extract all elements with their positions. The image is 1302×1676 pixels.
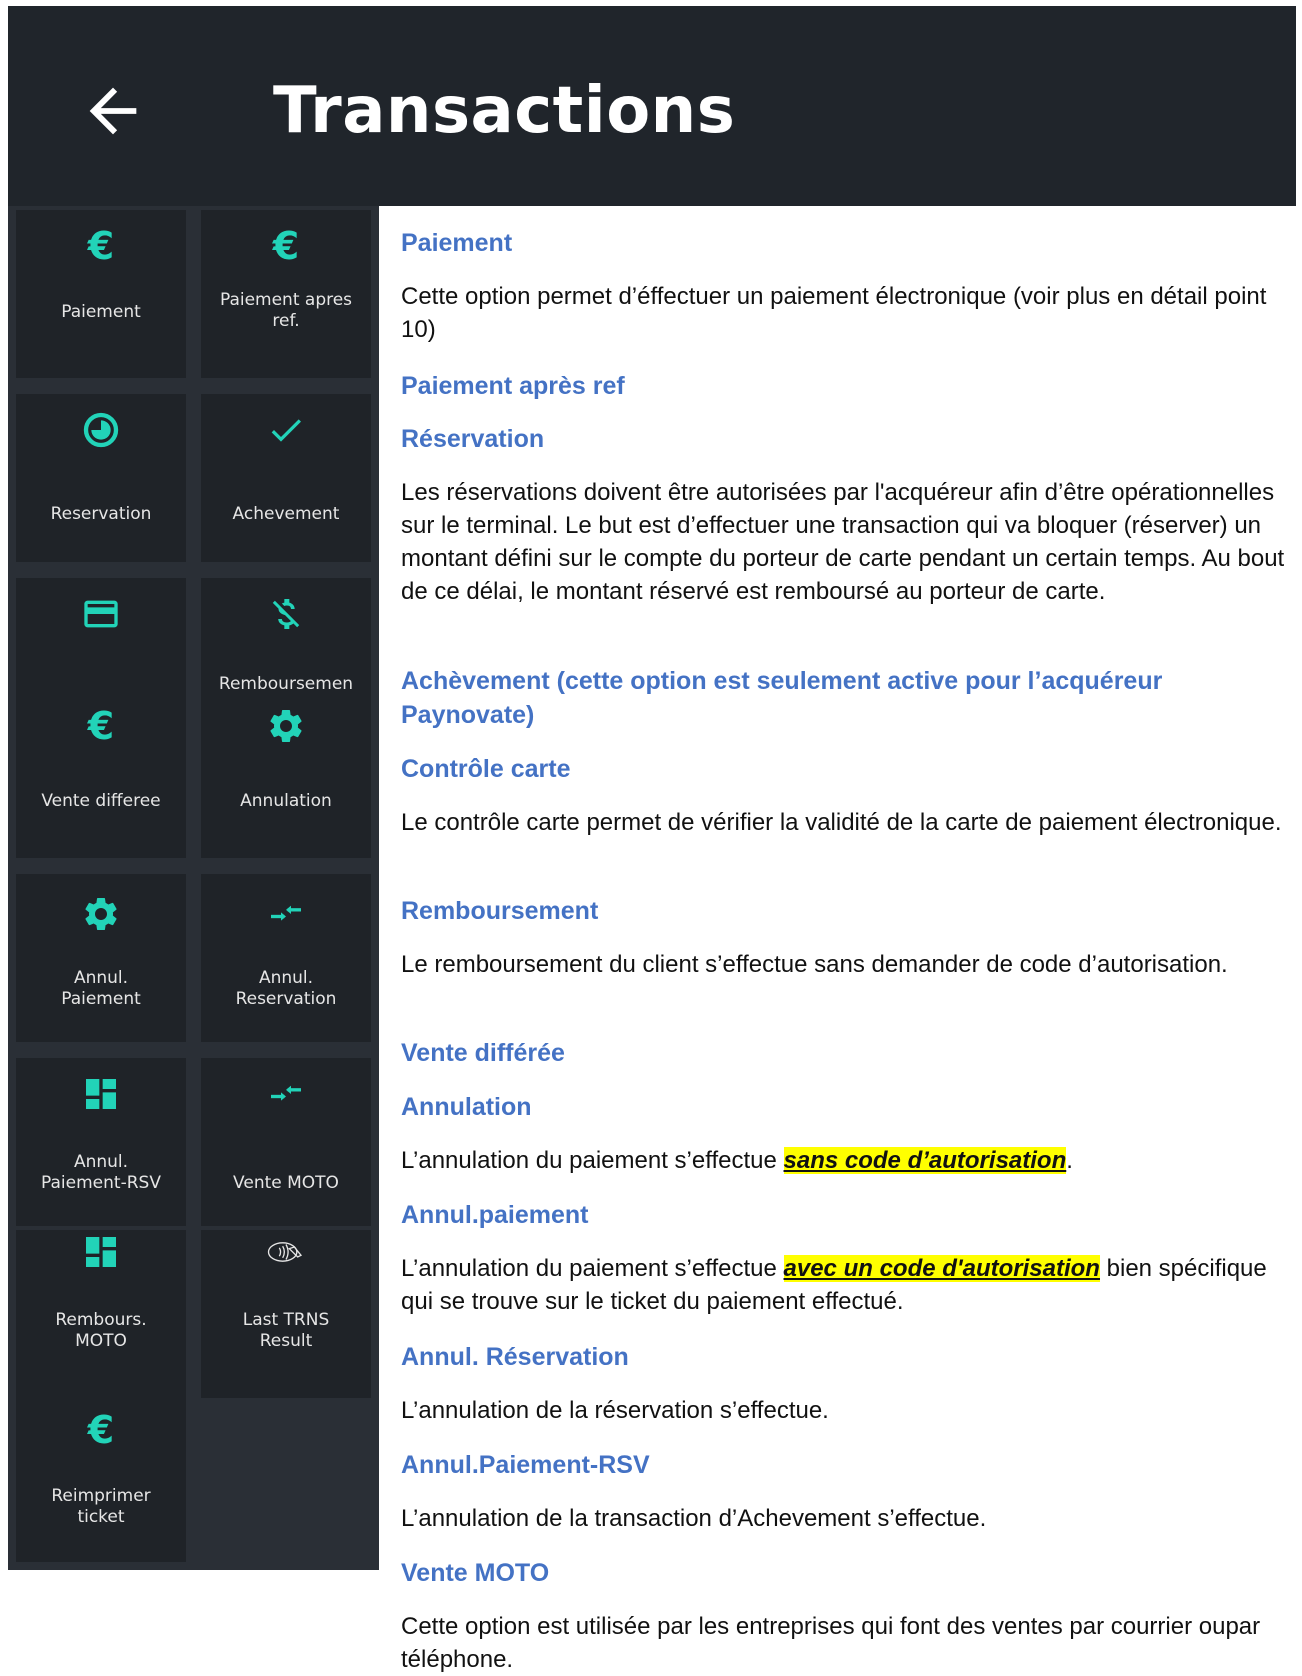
tile-label: Annulation bbox=[240, 791, 332, 811]
tile-paiement[interactable]: € Paiement bbox=[16, 210, 186, 378]
money-off-icon bbox=[272, 599, 300, 629]
highlighted-text: avec un code d'autorisation bbox=[783, 1255, 1100, 1282]
tile-label: Achevement bbox=[232, 504, 340, 524]
tile-paiement-apres-ref[interactable]: € Paiement apres ref. bbox=[201, 210, 371, 378]
swap-arrows-icon bbox=[271, 905, 301, 921]
page-title: Transactions bbox=[273, 74, 736, 148]
clock-icon bbox=[83, 412, 119, 448]
tile-annul-paiement[interactable]: Annul. Paiement bbox=[16, 874, 186, 1042]
tile-label: Reservation bbox=[50, 504, 152, 524]
tile-label: Annul. Paiement-RSV bbox=[41, 1152, 161, 1193]
tile-label: Annul. Paiement bbox=[61, 968, 141, 1009]
heading-reservation: Réservation bbox=[401, 425, 545, 453]
para-annulation: L’annulation du paiement s’effectue sans… bbox=[401, 1144, 1296, 1177]
tile-label: Vente differee bbox=[41, 791, 161, 811]
heading-vente-differee: Vente différée bbox=[401, 1039, 565, 1067]
tile-label: Vente MOTO bbox=[233, 1173, 339, 1193]
heading-paiement: Paiement bbox=[401, 229, 513, 257]
highlighted-text: sans code d’autorisation bbox=[783, 1147, 1067, 1174]
tile-achevement[interactable]: Achevement bbox=[201, 394, 371, 562]
tile-annulation[interactable]: Annulation bbox=[201, 690, 371, 858]
heading-paiement-apres-ref: Paiement après ref bbox=[401, 372, 625, 400]
app-bar: Transactions bbox=[8, 6, 1296, 206]
tile-annul-paiement-rsv[interactable]: Annul. Paiement-RSV bbox=[16, 1058, 186, 1226]
contactless-icon bbox=[267, 1242, 303, 1262]
heading-annul-reservation: Annul. Réservation bbox=[401, 1343, 629, 1371]
euro-icon: € bbox=[87, 224, 115, 268]
tile-label: Annul. Reservation bbox=[235, 968, 337, 1009]
tile-reservation[interactable]: Reservation bbox=[16, 394, 186, 562]
tile-label: Paiement bbox=[61, 302, 141, 322]
heading-annul-paiement: Annul.paiement bbox=[401, 1201, 589, 1229]
dashboard-icon bbox=[86, 1237, 116, 1267]
tile-label: Last TRNS Result bbox=[242, 1310, 330, 1351]
tile-label: Rembours. MOTO bbox=[55, 1310, 147, 1351]
back-button[interactable] bbox=[78, 76, 148, 146]
heading-controle-carte: Contrôle carte bbox=[401, 755, 571, 783]
dashboard-icon bbox=[86, 1079, 116, 1109]
heading-achevement: Achèvement (cette option est seulement a… bbox=[401, 667, 1163, 729]
heading-vente-moto: Vente MOTO bbox=[401, 1559, 550, 1587]
check-icon bbox=[271, 419, 301, 442]
tile-label: Paiement apres ref. bbox=[219, 290, 353, 331]
tile-rembours-moto[interactable]: Rembours. MOTO bbox=[16, 1230, 186, 1398]
para-annul-paiement-rsv: L’annulation de la transaction d’Achevem… bbox=[401, 1505, 987, 1532]
para-annul-paiement: L’annulation du paiement s’effectue avec… bbox=[401, 1252, 1296, 1318]
transaction-grid: € Paiement € Paiement apres ref. Reserva… bbox=[8, 206, 379, 1570]
para-text: L’annulation du paiement s’effectue bbox=[401, 1147, 784, 1174]
euro-icon: € bbox=[87, 704, 115, 748]
para-annul-reservation: L’annulation de la réservation s’effectu… bbox=[401, 1397, 829, 1424]
tile-vente-moto[interactable]: Vente MOTO bbox=[201, 1058, 371, 1226]
para-text: . bbox=[1066, 1147, 1073, 1174]
para-remboursement: Le remboursement du client s’effectue sa… bbox=[401, 951, 1228, 978]
arrow-left-icon bbox=[89, 87, 137, 135]
swap-arrows-icon bbox=[271, 1085, 301, 1101]
gear-icon bbox=[270, 710, 302, 742]
credit-card-icon bbox=[84, 600, 118, 628]
heading-remboursement: Remboursement bbox=[401, 897, 599, 925]
heading-annul-paiement-rsv: Annul.Paiement-RSV bbox=[401, 1451, 650, 1479]
para-controle-carte: Le contrôle carte permet de vérifier la … bbox=[401, 809, 1282, 836]
tile-annul-reservation[interactable]: Annul. Reservation bbox=[201, 874, 371, 1042]
para-reservation: Les réservations doivent être autorisées… bbox=[401, 479, 1285, 605]
tile-vente-differee[interactable]: € Vente differee bbox=[16, 690, 186, 858]
gear-icon bbox=[85, 898, 117, 930]
euro-icon: € bbox=[87, 1408, 115, 1452]
heading-annulation: Annulation bbox=[401, 1093, 532, 1121]
para-text: L’annulation du paiement s’effectue bbox=[401, 1255, 784, 1282]
euro-icon: € bbox=[272, 224, 300, 268]
para-vente-moto: Cette option est utilisée par les entrep… bbox=[401, 1613, 1261, 1673]
tile-reimprimer-ticket[interactable]: € Reimprimer ticket bbox=[16, 1394, 186, 1562]
para-paiement: Cette option permet d’éffectuer un paiem… bbox=[401, 283, 1267, 343]
tile-label: Reimprimer ticket bbox=[51, 1486, 151, 1527]
tile-last-trns-result[interactable]: Last TRNS Result bbox=[201, 1230, 371, 1398]
